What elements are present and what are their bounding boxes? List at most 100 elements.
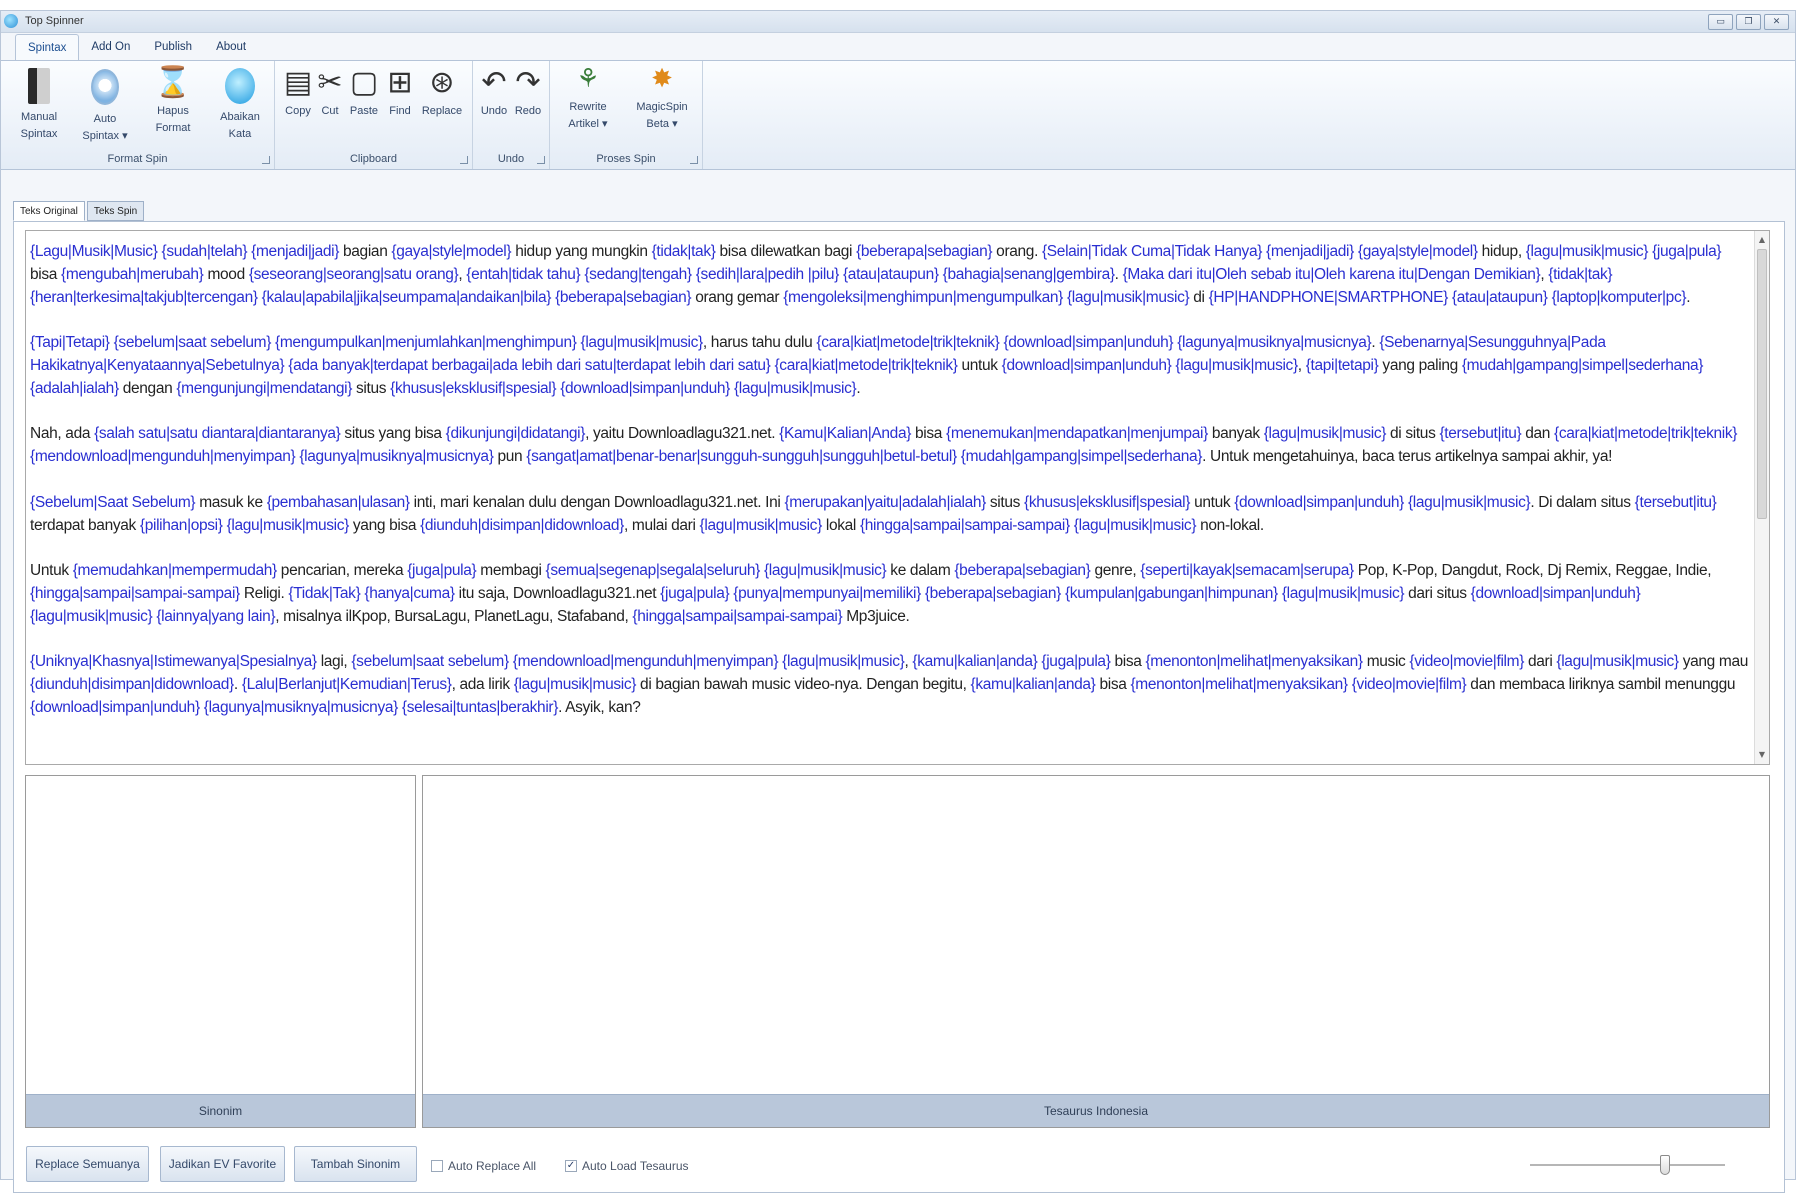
editor-scrollbar[interactable]: ▲ ▼ xyxy=(1754,231,1769,764)
clipboard-launcher-icon[interactable] xyxy=(460,156,468,164)
tab-teks-original[interactable]: Teks Original xyxy=(13,201,85,221)
editor-paragraph[interactable]: {Sebelum|Saat Sebelum} masuk ke {pembaha… xyxy=(30,492,1748,538)
spintax-token: {tapi|tetapi} xyxy=(1305,356,1379,374)
editor-paragraph[interactable]: {Tapi|Tetapi} {sebelum|saat sebelum} {me… xyxy=(30,332,1748,400)
spintax-token: {lagu|musik|music} xyxy=(782,653,905,671)
tab-publish[interactable]: Publish xyxy=(142,34,204,60)
spintax-token: {kumpulan|gabungan|himpunan} xyxy=(1064,584,1278,602)
spintax-token: {download|simpan|unduh} xyxy=(1470,584,1641,602)
spintax-token: {mengumpulkan|menjumlahkan|menghimpun} xyxy=(275,334,577,352)
spintax-token: {hingga|sampai|sampai-sampai} xyxy=(632,607,843,625)
undo-label: Undo xyxy=(480,105,508,117)
copy-button[interactable]: ▤ Copy xyxy=(281,65,315,120)
auto-replace-all-box[interactable] xyxy=(431,1160,443,1172)
scrollbar-thumb[interactable] xyxy=(1757,249,1767,519)
hapus-format-button[interactable]: ⌛ Hapus Format xyxy=(145,65,201,137)
content-tabs: Teks Original Teks Spin xyxy=(13,201,145,221)
spintax-token: {video|movie|film} xyxy=(1409,653,1525,671)
window-controls: ▭ ❐ ✕ xyxy=(1708,14,1789,30)
restore-button[interactable]: ❐ xyxy=(1736,14,1761,30)
redo-button[interactable]: ↷ Redo xyxy=(511,65,545,120)
plain-text: yang mau xyxy=(1678,653,1749,671)
editor-paragraph[interactable]: Untuk {memudahkan|mempermudah} pencarian… xyxy=(30,560,1748,628)
spintax-token: {download|simpan|unduh} xyxy=(1003,334,1174,352)
spintax-token: {download|simpan|unduh} xyxy=(1001,356,1172,374)
plain-text: music xyxy=(1362,653,1410,671)
auto-load-tesaurus-checkbox[interactable]: ✓ Auto Load Tesaurus xyxy=(565,1159,689,1173)
tab-about[interactable]: About xyxy=(204,34,258,60)
spintax-token: {Kamu|Kalian|Anda} xyxy=(779,425,912,443)
plain-text: . Asyik, kan? xyxy=(558,698,641,716)
auto-spintax-button[interactable]: Auto Spintax ▾ xyxy=(77,65,133,145)
spintax-token: {cara|kiat|metode|trik|teknik} xyxy=(774,356,958,374)
spintax-token: {lagu|musik|music} xyxy=(1407,493,1531,511)
minimize-button[interactable]: ▭ xyxy=(1708,14,1733,30)
plain-text: Religi. xyxy=(239,584,289,602)
spintax-token: {Maka dari itu|Oleh sebab itu|Oleh karen… xyxy=(1122,265,1541,283)
spintax-editor[interactable]: {Lagu|Musik|Music} {sudah|telah} {menjad… xyxy=(25,230,1770,765)
spintax-token: {juga|pula} xyxy=(1041,653,1111,671)
tambah-sinonim-button[interactable]: Tambah Sinonim xyxy=(294,1146,417,1182)
editor-paragraph[interactable]: Nah, ada {salah satu|satu diantara|diant… xyxy=(30,423,1748,469)
tesaurus-panel[interactable]: Tesaurus Indonesia xyxy=(422,775,1770,1128)
plain-text: non-lokal. xyxy=(1196,516,1264,534)
paste-button[interactable]: ▢ Paste xyxy=(345,65,383,120)
undo-group: ↶ Undo ↷ Redo Undo xyxy=(473,61,550,169)
auto-replace-all-checkbox[interactable]: Auto Replace All xyxy=(431,1159,536,1173)
find-button[interactable]: ⊞ Find xyxy=(383,65,417,120)
plain-text: pun xyxy=(493,448,527,466)
jadikan-ev-favorite-button[interactable]: Jadikan EV Favorite xyxy=(160,1146,285,1182)
plain-text: pencarian, mereka xyxy=(276,562,408,580)
hapus-format-label-1: Hapus xyxy=(157,105,189,117)
scroll-down-icon[interactable]: ▼ xyxy=(1755,748,1769,762)
editor-paragraph[interactable]: {Lagu|Musik|Music} {sudah|telah} {menjad… xyxy=(30,241,1748,309)
proses-spin-launcher-icon[interactable] xyxy=(690,156,698,164)
slider-thumb[interactable] xyxy=(1659,1155,1670,1175)
spintax-token: {Lagu|Musik|Music} xyxy=(30,243,158,260)
spintax-token: {Uniknya|Khasnya|Istimewanya|Spesialnya} xyxy=(30,653,317,671)
spintax-token: {download|simpan|unduh} xyxy=(30,698,200,716)
ribbon-tabs: Spintax Add On Publish About xyxy=(15,34,258,60)
plain-text: Nah, ada xyxy=(30,425,95,443)
spintax-token: {tersebut|itu} xyxy=(1634,493,1717,511)
auto-load-tesaurus-box[interactable]: ✓ xyxy=(565,1160,577,1172)
editor-paragraph[interactable]: {Uniknya|Khasnya|Istimewanya|Spesialnya}… xyxy=(30,651,1748,719)
spintax-token: {juga|pula} xyxy=(407,562,477,580)
zoom-slider[interactable] xyxy=(1530,1155,1725,1175)
scroll-up-icon[interactable]: ▲ xyxy=(1755,233,1769,247)
replace-button[interactable]: ⊛ Replace xyxy=(417,65,467,120)
spintax-token: {lagu|musik|music} xyxy=(1281,584,1405,602)
magicspin-beta-button[interactable]: ✸ MagicSpin Beta ▾ xyxy=(626,61,698,133)
spintax-token: {selesai|tuntas|berakhir} xyxy=(401,698,559,716)
undo-button[interactable]: ↶ Undo xyxy=(477,65,511,120)
manual-spintax-button[interactable]: Manual Spintax xyxy=(11,65,67,143)
rewrite-artikel-button[interactable]: ⚘ Rewrite Artikel ▾ xyxy=(554,61,622,133)
plain-text: yang paling xyxy=(1378,356,1462,374)
plain-text: untuk xyxy=(1190,493,1235,511)
spintax-token: {khusus|eksklusif|spesial} xyxy=(1024,493,1191,511)
spintax-token: {lagu|musik|music} xyxy=(513,676,637,694)
close-button[interactable]: ✕ xyxy=(1764,14,1789,30)
replace-semuanya-button[interactable]: Replace Semuanya xyxy=(26,1146,149,1182)
spintax-token: {lagunya|musiknya|musicnya} xyxy=(1177,334,1372,352)
spintax-token: {menjadi|jadi} xyxy=(251,243,340,260)
spintax-token: {mengunjungi|mendatangi} xyxy=(176,379,353,397)
abaikan-kata-button[interactable]: Abaikan Kata xyxy=(211,65,269,143)
spintax-token: {Lalu|Berlanjut|Kemudian|Terus} xyxy=(241,676,452,694)
tab-spintax[interactable]: Spintax xyxy=(15,34,80,60)
editor-text[interactable]: {Lagu|Musik|Music} {sudah|telah} {menjad… xyxy=(30,241,1748,743)
tab-teks-spin[interactable]: Teks Spin xyxy=(86,201,145,221)
bottom-action-bar: Replace Semuanya Jadikan EV Favorite Tam… xyxy=(13,1146,1785,1190)
cut-button[interactable]: ✂ Cut xyxy=(315,65,345,120)
spintax-token: {atau|ataupun} xyxy=(1451,288,1548,306)
spintax-token: {khusus|eksklusif|spesial} xyxy=(390,379,557,397)
tab-add-on[interactable]: Add On xyxy=(79,34,142,60)
spintax-token: {adalah|ialah} xyxy=(30,379,119,397)
format-spin-launcher-icon[interactable] xyxy=(262,156,270,164)
spintax-token: {laptop|komputer|pc} xyxy=(1551,288,1687,306)
undo-launcher-icon[interactable] xyxy=(537,156,545,164)
sinonim-panel[interactable]: Sinonim xyxy=(25,775,416,1128)
spintax-token: {mengubah|merubah} xyxy=(61,265,204,283)
plain-text: situs xyxy=(985,493,1024,511)
plain-text: lagi, xyxy=(316,653,352,671)
